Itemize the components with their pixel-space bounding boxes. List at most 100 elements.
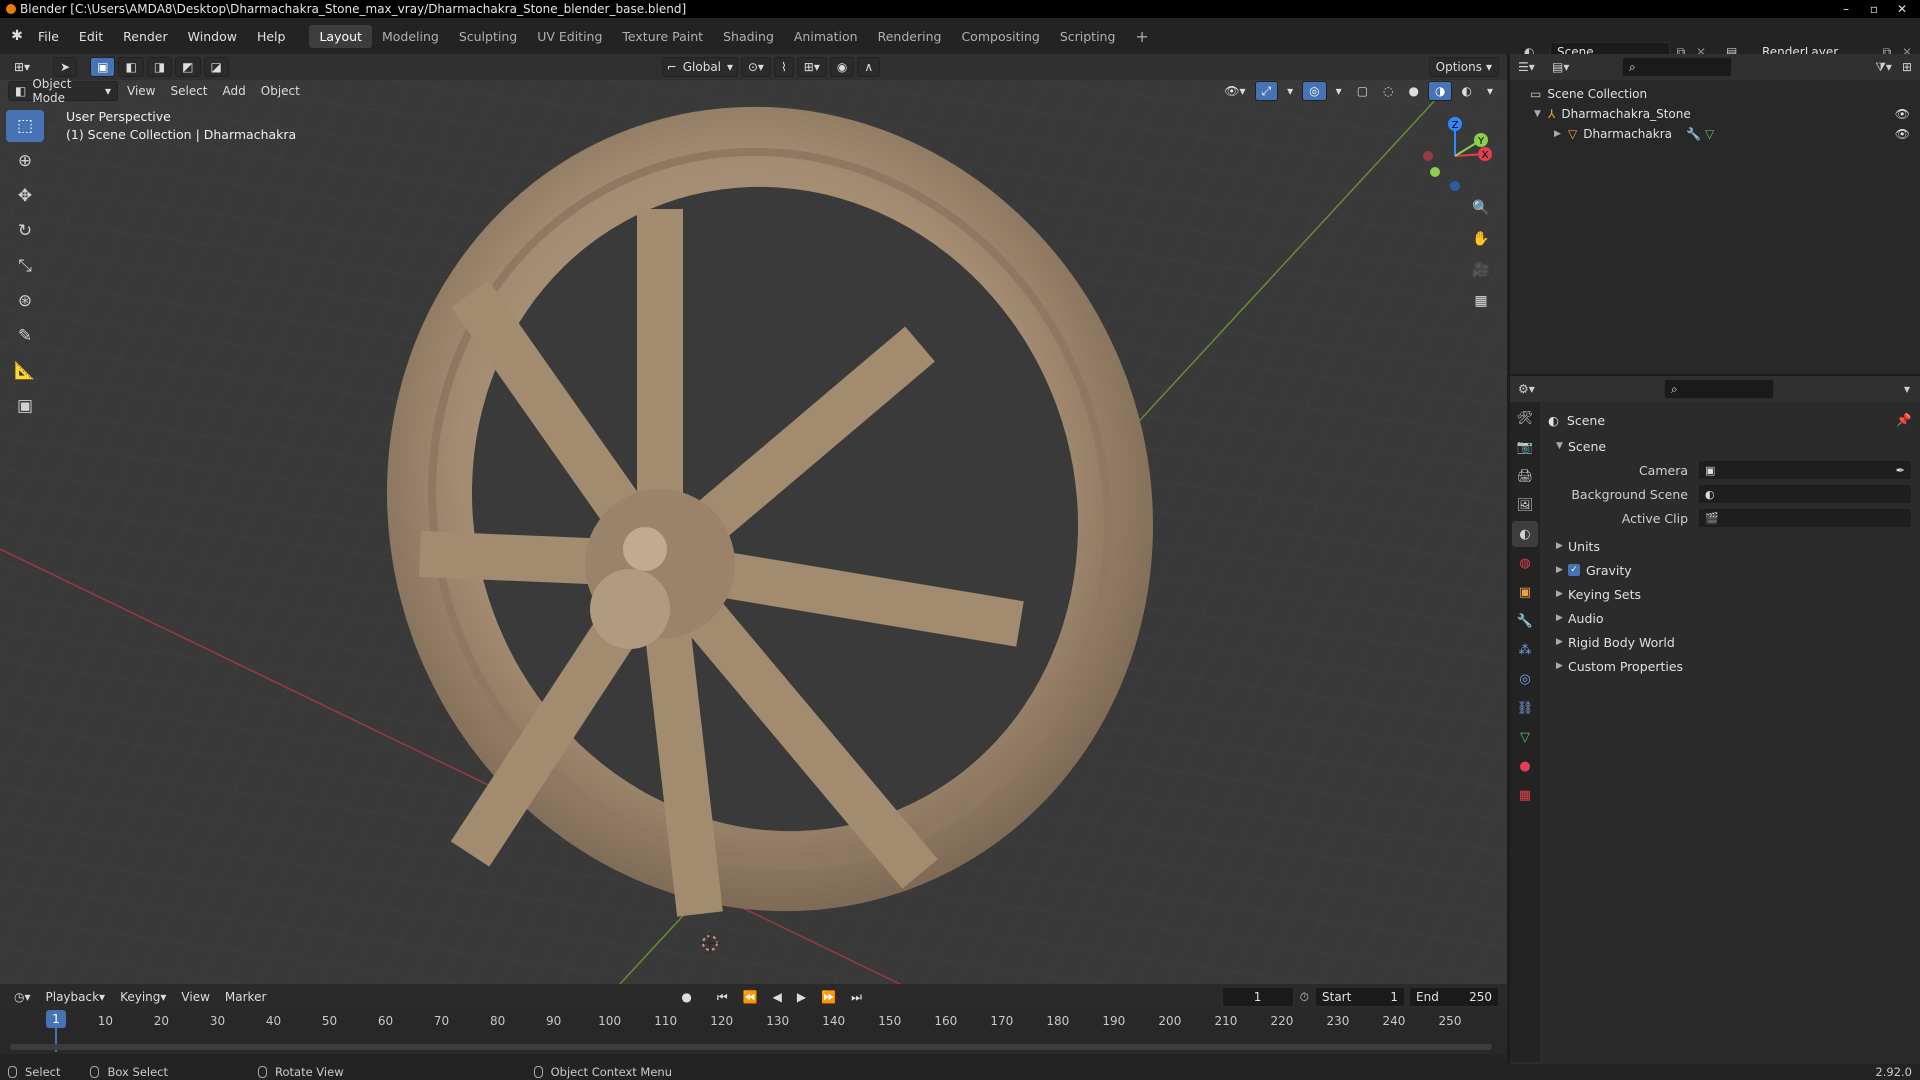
prev-keyframe-icon[interactable]: ⏪	[737, 987, 764, 1007]
expand-arrow-icon[interactable]: ▼	[1534, 109, 1548, 119]
modifier-tab-icon[interactable]: 🔧	[1512, 608, 1538, 634]
rotate-tool-icon[interactable]: ↻	[6, 215, 44, 247]
pin-icon[interactable]: 📌	[1896, 412, 1912, 428]
select-subtract-icon[interactable]: ◨	[146, 57, 173, 77]
select-box-tool-icon[interactable]: ⬚	[6, 110, 44, 142]
gravity-panel-header[interactable]: ▶ ✓ Gravity	[1548, 558, 1912, 582]
overlay-dropdown-icon[interactable]: ▾	[1330, 81, 1348, 101]
menu-help[interactable]: Help	[247, 29, 296, 44]
select-tool-icon[interactable]: ➤	[53, 57, 78, 77]
scene-tab-icon[interactable]: ◐	[1512, 521, 1538, 547]
menu-window[interactable]: Window	[178, 29, 247, 44]
tab-rendering[interactable]: Rendering	[868, 25, 952, 48]
active-clip-field[interactable]: 🎬	[1698, 508, 1912, 528]
camera-view-icon[interactable]: 🎥	[1467, 256, 1495, 284]
tab-compositing[interactable]: Compositing	[951, 25, 1049, 48]
close-button[interactable]: ✕	[1888, 0, 1916, 18]
material-shading-icon[interactable]: ◑	[1428, 81, 1453, 101]
proportional-edit-icon[interactable]: ◉	[829, 57, 855, 77]
gizmo-dropdown-icon[interactable]: ▾	[1281, 81, 1299, 101]
outliner-row-dharmachakra[interactable]: ▶ ▽ Dharmachakra 🔧 ▽ 👁	[1510, 124, 1920, 144]
add-workspace-button[interactable]: +	[1125, 23, 1158, 50]
camera-field[interactable]: ▣ ✒	[1698, 460, 1912, 480]
jump-start-icon[interactable]: ⏮	[711, 987, 734, 1007]
next-keyframe-icon[interactable]: ⏩	[815, 987, 842, 1007]
tab-sculpting[interactable]: Sculpting	[449, 25, 527, 48]
timeline-editor-type-icon[interactable]: ◷▾	[8, 987, 37, 1007]
outliner-row-dharmachakra-stone[interactable]: ▼ ⅄ Dharmachakra_Stone 👁	[1510, 104, 1920, 124]
menu-select[interactable]: Select	[164, 81, 213, 101]
outliner-row-scene-collection[interactable]: ▭ Scene Collection	[1510, 84, 1920, 104]
transform-tool-icon[interactable]: ⊛	[6, 285, 44, 317]
mode-dropdown[interactable]: ◧ Object Mode ▾	[8, 77, 118, 105]
overlay-toggle-icon[interactable]: ◎	[1302, 81, 1327, 101]
object-tab-icon[interactable]: ▣	[1512, 579, 1538, 605]
tab-uv-editing[interactable]: UV Editing	[527, 25, 612, 48]
keying-sets-panel-header[interactable]: ▶ Keying Sets	[1548, 582, 1912, 606]
display-mode-icon[interactable]: ▤▾	[1552, 60, 1582, 74]
particles-tab-icon[interactable]: ⁂	[1512, 637, 1538, 663]
menu-view[interactable]: View	[121, 81, 161, 101]
viewport-scene[interactable]	[0, 54, 1507, 984]
move-tool-icon[interactable]: ✥	[6, 180, 44, 212]
menu-object[interactable]: Object	[255, 81, 306, 101]
visibility-icon[interactable]: 👁▾	[1218, 81, 1251, 101]
playhead[interactable]: 1	[46, 1010, 66, 1028]
view-layer-tab-icon[interactable]: 🖼	[1512, 492, 1538, 518]
render-tab-icon[interactable]: 📷	[1512, 434, 1538, 460]
expand-arrow-icon[interactable]: ▶	[1554, 129, 1568, 139]
xray-toggle-icon[interactable]: ▢	[1351, 81, 1374, 101]
material-tab-icon[interactable]: ●	[1512, 753, 1538, 779]
measure-tool-icon[interactable]: 📐	[6, 355, 44, 387]
menu-file[interactable]: File	[28, 29, 69, 44]
select-intersect-icon[interactable]: ◪	[203, 57, 229, 77]
start-frame-field[interactable]: Start 1	[1315, 987, 1405, 1007]
gravity-checkbox[interactable]: ✓	[1568, 564, 1580, 576]
constraints-tab-icon[interactable]: ⛓	[1512, 695, 1538, 721]
scale-tool-icon[interactable]: ⤡	[6, 250, 44, 282]
menu-marker[interactable]: Marker	[219, 987, 272, 1007]
menu-edit[interactable]: Edit	[69, 29, 113, 44]
maximize-button[interactable]: ▫	[1860, 0, 1888, 18]
scene-panel-header[interactable]: ▼ Scene	[1548, 434, 1912, 458]
orientation-dropdown[interactable]: ⌐ Global ▾	[661, 57, 738, 77]
menu-playback[interactable]: Playback ▾	[40, 987, 112, 1007]
tab-animation[interactable]: Animation	[784, 25, 868, 48]
gizmo-toggle-icon[interactable]: ⤢	[1254, 81, 1279, 101]
new-collection-icon[interactable]: ⊞	[1902, 60, 1912, 74]
texture-tab-icon[interactable]: ▦	[1512, 782, 1538, 808]
audio-panel-header[interactable]: ▶ Audio	[1548, 606, 1912, 630]
pivot-point-dropdown[interactable]: ⊙▾	[740, 57, 771, 77]
menu-keying[interactable]: Keying ▾	[114, 987, 172, 1007]
tab-texture-paint[interactable]: Texture Paint	[612, 25, 713, 48]
output-tab-icon[interactable]: 🖨	[1512, 463, 1538, 489]
jump-end-icon[interactable]: ⏭	[845, 987, 868, 1007]
menu-render[interactable]: Render	[113, 29, 178, 44]
minimize-button[interactable]: –	[1832, 0, 1860, 18]
wireframe-shading-icon[interactable]: ◌	[1377, 81, 1399, 101]
tool-tab-icon[interactable]: 🛠	[1512, 405, 1538, 431]
background-scene-field[interactable]: ◐	[1698, 484, 1912, 504]
snap-target-dropdown[interactable]: ⊞▾	[796, 57, 827, 77]
blender-menu-icon[interactable]: ✱	[6, 25, 28, 47]
data-tab-icon[interactable]: ▽	[1512, 724, 1538, 750]
select-invert-icon[interactable]: ◩	[175, 57, 201, 77]
editor-type-icon[interactable]: ⊞▾	[8, 57, 36, 77]
tab-scripting[interactable]: Scripting	[1050, 25, 1126, 48]
annotate-tool-icon[interactable]: ✎	[6, 320, 44, 352]
select-extend-icon[interactable]: ◧	[118, 57, 144, 77]
world-tab-icon[interactable]: ◍	[1512, 550, 1538, 576]
rendered-shading-icon[interactable]: ◐	[1455, 81, 1477, 101]
visibility-eye-icon[interactable]: 👁	[1895, 127, 1910, 141]
physics-tab-icon[interactable]: ◎	[1512, 666, 1538, 692]
shading-dropdown-icon[interactable]: ▾	[1481, 81, 1499, 101]
eyedropper-icon[interactable]: ✒	[1896, 464, 1905, 477]
snap-toggle-icon[interactable]: ⌇	[773, 57, 794, 77]
play-reverse-icon[interactable]: ◀	[767, 987, 788, 1007]
tab-shading[interactable]: Shading	[713, 25, 784, 48]
tab-layout[interactable]: Layout	[309, 24, 372, 48]
custom-properties-panel-header[interactable]: ▶ Custom Properties	[1548, 654, 1912, 678]
pan-hand-icon[interactable]: ✋	[1467, 225, 1495, 253]
play-icon[interactable]: ▶	[791, 987, 812, 1007]
timeline-scrollbar[interactable]	[10, 1044, 1492, 1050]
